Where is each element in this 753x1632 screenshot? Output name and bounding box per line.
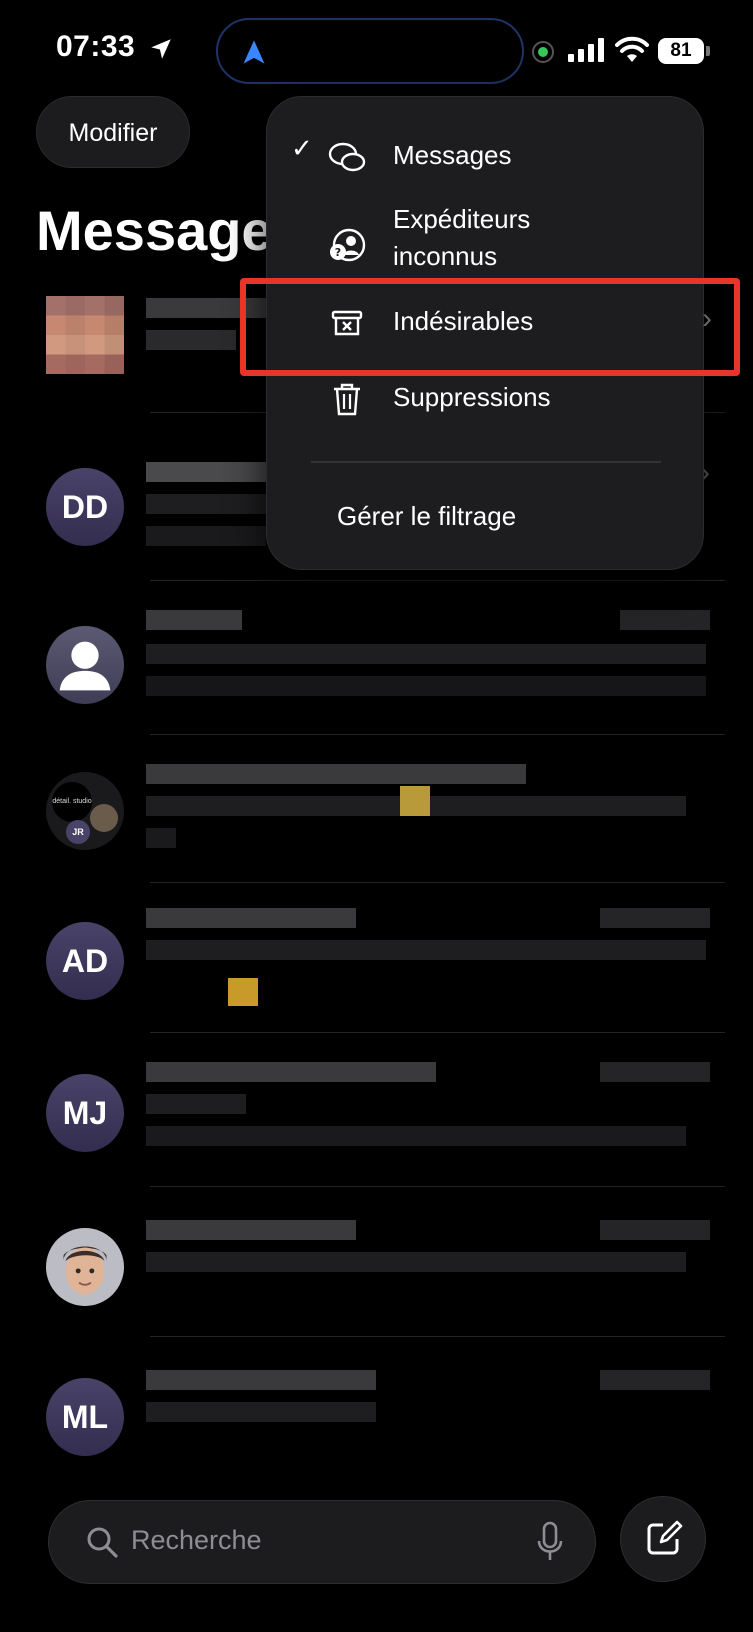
conversation-row[interactable]: MJ (0, 1038, 753, 1188)
search-placeholder: Recherche (131, 1525, 262, 1555)
highlight-annotation (240, 278, 740, 376)
group-member-logo: détail. studio (52, 782, 92, 822)
row-separator (150, 882, 725, 883)
compose-icon (647, 1520, 683, 1555)
avatar (46, 1228, 124, 1306)
menu-item-unknown-senders[interactable]: ? Expéditeurs inconnus (267, 201, 703, 275)
conversation-row[interactable]: AD (0, 888, 753, 1038)
camera-in-use-indicator (532, 41, 554, 63)
menu-item-label: Suppressions (393, 382, 551, 412)
menu-divider (311, 461, 661, 463)
unknown-senders-icon: ? (330, 228, 366, 262)
avatar: DD (46, 468, 124, 546)
row-separator (150, 1186, 725, 1187)
memoji-icon (63, 1246, 107, 1295)
wifi-icon (615, 36, 649, 62)
svg-text:?: ? (335, 246, 341, 259)
menu-item-messages[interactable]: ✓ Messages (267, 127, 703, 187)
location-arrow-icon (151, 39, 171, 59)
person-silhouette-icon (59, 641, 111, 691)
group-member-photo (90, 804, 118, 832)
group-member-initials: JR (66, 820, 90, 844)
menu-item-label: Messages (393, 140, 512, 170)
manage-filtering-button[interactable]: Gérer le filtrage (337, 501, 516, 532)
conversation-row[interactable]: détail. studio JR (0, 740, 753, 890)
edit-button[interactable]: Modifier (36, 96, 190, 168)
menu-item-deleted[interactable]: Suppressions (267, 369, 703, 429)
row-separator (150, 1336, 725, 1337)
signal-icon (568, 38, 604, 62)
avatar (46, 626, 124, 704)
trash-icon (334, 383, 360, 416)
microphone-icon[interactable] (535, 1521, 565, 1563)
conversation-row[interactable] (0, 586, 753, 736)
battery-icon: 81 (658, 38, 704, 64)
status-time: 07:33 (56, 30, 136, 63)
avatar: MJ (46, 1074, 124, 1152)
avatar: détail. studio JR (46, 772, 124, 850)
conversation-row[interactable] (0, 1192, 753, 1342)
chevron-right-icon: › (702, 302, 712, 335)
row-separator (150, 580, 725, 581)
search-icon (87, 1527, 118, 1558)
conversation-row[interactable]: ML (0, 1342, 753, 1492)
chat-bubbles-icon (328, 142, 366, 172)
row-separator (150, 734, 725, 735)
avatar (46, 296, 124, 374)
avatar: ML (46, 1378, 124, 1456)
battery-cap (706, 46, 710, 56)
checkmark-icon: ✓ (291, 133, 313, 163)
navigation-icon (243, 40, 265, 64)
page-title: Messages (36, 199, 304, 262)
messages-screen: 07:33 81 Modifier Messages DD › détail. … (0, 0, 753, 1632)
dynamic-island[interactable] (216, 18, 524, 84)
menu-item-label: Expéditeurs inconnus (393, 204, 531, 271)
compose-button[interactable] (620, 1496, 706, 1582)
avatar: AD (46, 922, 124, 1000)
search-bar[interactable]: Recherche (48, 1500, 596, 1584)
row-separator (150, 1032, 725, 1033)
